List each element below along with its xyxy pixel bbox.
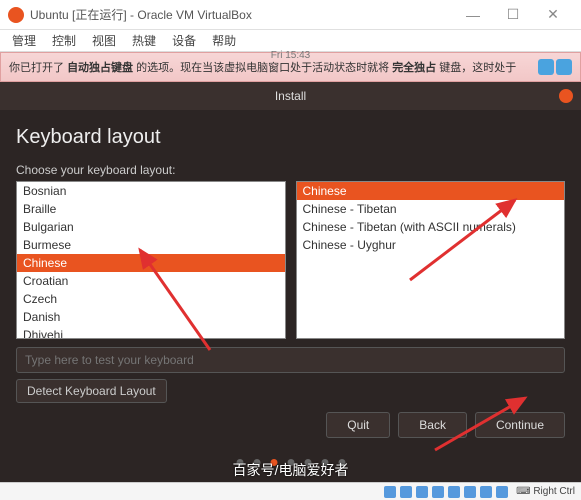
status-bar: ⌨ Right Ctrl [0, 482, 581, 500]
keyboard-test-input[interactable] [16, 347, 565, 373]
installer-title: Install [275, 89, 306, 103]
maximize-button[interactable]: ☐ [493, 6, 533, 23]
minimize-button[interactable]: — [453, 7, 493, 23]
notif-info-icon[interactable] [538, 59, 554, 75]
status-hdd-icon[interactable] [384, 486, 396, 498]
list-item[interactable]: Dhivehi [17, 326, 285, 339]
status-net-icon[interactable] [416, 486, 428, 498]
list-item[interactable]: Braille [17, 200, 285, 218]
menu-item[interactable]: 帮助 [204, 32, 244, 49]
status-record-icon[interactable] [480, 486, 492, 498]
status-mouse-icon[interactable] [496, 486, 508, 498]
installer-window: Install Keyboard layout Choose your keyb… [0, 82, 581, 482]
menu-item[interactable]: 管理 [4, 32, 44, 49]
continue-button[interactable]: Continue [475, 412, 565, 438]
notification-bar: Fri 15:43 你已打开了 自动独占键盘 的选项。现在当该虚拟电脑窗口处于活… [0, 52, 581, 82]
close-button[interactable]: ✕ [533, 6, 573, 23]
list-item[interactable]: Croatian [17, 272, 285, 290]
page-heading: Keyboard layout [16, 126, 565, 149]
status-shared-icon[interactable] [448, 486, 460, 498]
menu-item[interactable]: 热键 [124, 32, 164, 49]
window-title: Ubuntu [正在运行] - Oracle VM VirtualBox [30, 6, 453, 23]
notif-text: 你已打开了 自动独占键盘 的选项。现在当该虚拟电脑窗口处于活动状态时就将 完全独… [9, 59, 516, 75]
ubuntu-icon [8, 7, 24, 23]
list-item[interactable]: Chinese - Tibetan (with ASCII numerals) [297, 218, 565, 236]
menu-item[interactable]: 控制 [44, 32, 84, 49]
window-titlebar: Ubuntu [正在运行] - Oracle VM VirtualBox — ☐… [0, 0, 581, 30]
list-item[interactable]: Chinese - Uyghur [297, 236, 565, 254]
keyboard-language-list[interactable]: BosnianBrailleBulgarianBurmeseChineseCro… [16, 181, 286, 339]
status-usb-icon[interactable] [432, 486, 444, 498]
list-item[interactable]: Bosnian [17, 182, 285, 200]
back-button[interactable]: Back [398, 412, 467, 438]
list-item[interactable]: Burmese [17, 236, 285, 254]
host-key-label: ⌨ Right Ctrl [516, 486, 575, 497]
list-item[interactable]: Chinese [297, 182, 565, 200]
menu-bar: 管理 控制 视图 热键 设备 帮助 [0, 30, 581, 52]
choose-label: Choose your keyboard layout: [16, 163, 565, 177]
detect-layout-button[interactable]: Detect Keyboard Layout [16, 379, 167, 403]
list-item[interactable]: Danish [17, 308, 285, 326]
list-item[interactable]: Chinese - Tibetan [297, 200, 565, 218]
quit-button[interactable]: Quit [326, 412, 390, 438]
watermark: 百家号/电脑爱好者 [233, 460, 349, 480]
menu-item[interactable]: 视图 [84, 32, 124, 49]
guest-clock: Fri 15:43 [271, 50, 310, 61]
list-item[interactable]: Bulgarian [17, 218, 285, 236]
installer-titlebar: Install [0, 82, 581, 110]
notif-close-icon[interactable] [556, 59, 572, 75]
list-item[interactable]: Czech [17, 290, 285, 308]
menu-item[interactable]: 设备 [164, 32, 204, 49]
list-item[interactable]: Chinese [17, 254, 285, 272]
installer-close-icon[interactable] [559, 89, 573, 103]
keyboard-variant-list[interactable]: ChineseChinese - TibetanChinese - Tibeta… [296, 181, 566, 339]
status-cd-icon[interactable] [400, 486, 412, 498]
status-display-icon[interactable] [464, 486, 476, 498]
